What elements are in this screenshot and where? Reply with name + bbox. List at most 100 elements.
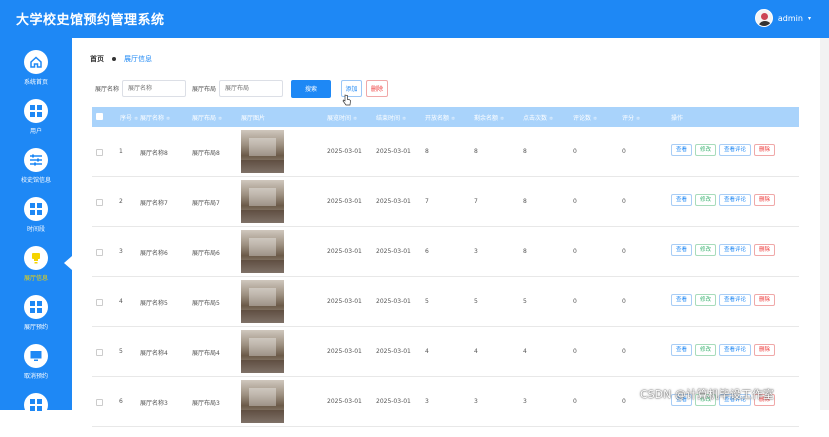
column-header[interactable]: 结束时间 ≑ (376, 113, 406, 122)
hall-photo[interactable] (241, 280, 284, 323)
cell-clicks: 5 (523, 298, 527, 305)
row-delete-button[interactable]: 删除 (754, 294, 776, 306)
avatar[interactable] (754, 9, 773, 27)
hall-photo[interactable] (241, 380, 284, 423)
cell-comments: 0 (573, 348, 577, 355)
grid-icon (24, 99, 48, 123)
row-checkbox[interactable] (96, 399, 103, 406)
cell-rating: 0 (622, 298, 626, 305)
view-comments-button[interactable]: 查看评论 (719, 244, 752, 256)
view-button[interactable]: 查看 (671, 294, 693, 306)
cell-start-time: 2025-03-01 (327, 198, 362, 205)
cell-end-time: 2025-03-01 (376, 398, 411, 405)
view-comments-button[interactable]: 查看评论 (719, 344, 752, 356)
cell-open-quota: 8 (425, 148, 429, 155)
column-header[interactable]: 开放名额 ≑ (425, 113, 455, 122)
sidebar-item-label: 取消预约 (23, 373, 48, 380)
cell-comments: 0 (573, 148, 577, 155)
cell-rating: 0 (622, 348, 626, 355)
table-row: 4 展厅名称5 展厅布局5 2025-03-01 2025-03-01 5 5 … (92, 277, 799, 327)
cell-index: 3 (119, 248, 123, 255)
search-button[interactable]: 搜索 (291, 79, 332, 98)
monitor-icon (24, 344, 48, 368)
edit-button[interactable]: 修改 (695, 244, 717, 256)
row-checkbox[interactable] (96, 149, 103, 156)
sidebar-item-home[interactable]: 系统首页 (0, 50, 72, 94)
cell-rating: 0 (622, 198, 626, 205)
cell-open-quota: 5 (425, 298, 429, 305)
view-button[interactable]: 查看 (671, 144, 693, 156)
edit-button[interactable]: 修改 (695, 344, 717, 356)
hall-photo[interactable] (241, 330, 284, 373)
bulb-icon (24, 246, 48, 270)
column-header[interactable]: 点击次数 ≑ (523, 113, 553, 122)
cell-hall-layout: 展厅布局3 (192, 400, 220, 407)
app-title: 大学校史馆预约管理系统 (16, 13, 165, 28)
username[interactable]: admin (778, 14, 803, 23)
select-all-checkbox[interactable] (96, 113, 103, 120)
active-indicator (64, 256, 72, 270)
scrollbar[interactable] (820, 38, 829, 410)
grid-icon (24, 197, 48, 221)
cell-rating: 0 (622, 148, 626, 155)
hall-name-input[interactable] (122, 80, 187, 97)
column-header: 展厅图片 (241, 115, 266, 122)
column-header: 操作 (671, 115, 684, 122)
cell-start-time: 2025-03-01 (327, 298, 362, 305)
column-header[interactable]: 序号 ≑ (120, 113, 138, 122)
row-delete-button[interactable]: 删除 (754, 194, 776, 206)
cell-comments: 0 (573, 248, 577, 255)
view-comments-button[interactable]: 查看评论 (719, 194, 752, 206)
edit-button[interactable]: 修改 (695, 294, 717, 306)
table-row: 3 展厅名称6 展厅布局6 2025-03-01 2025-03-01 6 3 … (92, 227, 799, 277)
view-button[interactable]: 查看 (671, 194, 693, 206)
hall-layout-input[interactable] (219, 80, 284, 97)
chevron-down-icon[interactable]: ▾ (808, 15, 811, 22)
edit-button[interactable]: 修改 (695, 144, 717, 156)
row-delete-button[interactable]: 删除 (754, 244, 776, 256)
cell-remaining-quota: 4 (474, 348, 478, 355)
hall-layout-label: 展厅布局 (192, 86, 217, 93)
cell-index: 2 (119, 198, 123, 205)
row-delete-button[interactable]: 删除 (754, 144, 776, 156)
view-button[interactable]: 查看 (671, 244, 693, 256)
hall-photo[interactable] (241, 230, 284, 273)
cell-clicks: 3 (523, 398, 527, 405)
edit-button[interactable]: 修改 (695, 194, 717, 206)
row-actions: 查看 修改 查看评论 删除 (671, 144, 776, 156)
column-header[interactable]: 展览时间 ≑ (327, 113, 357, 122)
sidebar-item-time-slots[interactable]: 时间段 (0, 197, 72, 241)
breadcrumb-home[interactable]: 首页 (90, 54, 104, 64)
column-header[interactable]: 展厅名称 ≑ (140, 113, 170, 122)
delete-button[interactable]: 删除 (366, 80, 389, 97)
top-bar: 大学校史馆预约管理系统 admin ▾ (0, 0, 829, 38)
row-checkbox[interactable] (96, 199, 103, 206)
row-actions: 查看 修改 查看评论 删除 (671, 294, 776, 306)
cell-open-quota: 7 (425, 198, 429, 205)
cell-remaining-quota: 3 (474, 398, 478, 405)
hall-photo[interactable] (241, 180, 284, 223)
cell-index: 5 (119, 348, 123, 355)
column-header[interactable]: 评论数 ≑ (573, 113, 597, 122)
view-comments-button[interactable]: 查看评论 (719, 144, 752, 156)
sidebar-item-users[interactable]: 用户 (0, 99, 72, 143)
cell-open-quota: 4 (425, 348, 429, 355)
column-header[interactable]: 展厅布局 ≑ (192, 113, 222, 122)
row-checkbox[interactable] (96, 349, 103, 356)
cell-open-quota: 6 (425, 248, 429, 255)
cell-hall-layout: 展厅布局6 (192, 250, 220, 257)
user-menu[interactable]: admin ▾ (754, 9, 811, 27)
view-button[interactable]: 查看 (671, 344, 693, 356)
row-checkbox[interactable] (96, 299, 103, 306)
sidebar-item-hall-info[interactable]: 展厅信息 (0, 246, 72, 290)
view-comments-button[interactable]: 查看评论 (719, 294, 752, 306)
hall-photo[interactable] (241, 130, 284, 173)
sidebar-item-hall-booking[interactable]: 展厅预约 (0, 295, 72, 339)
row-delete-button[interactable]: 删除 (754, 344, 776, 356)
sidebar-item-cancel-booking[interactable]: 取消预约 (0, 344, 72, 388)
column-header[interactable]: 评分 ≑ (622, 113, 640, 122)
sidebar-item-museum-info[interactable]: 校史馆信息 (0, 148, 72, 192)
column-header[interactable]: 剩余名额 ≑ (474, 113, 504, 122)
row-checkbox[interactable] (96, 249, 103, 256)
sidebar-item-more[interactable] (0, 393, 72, 437)
